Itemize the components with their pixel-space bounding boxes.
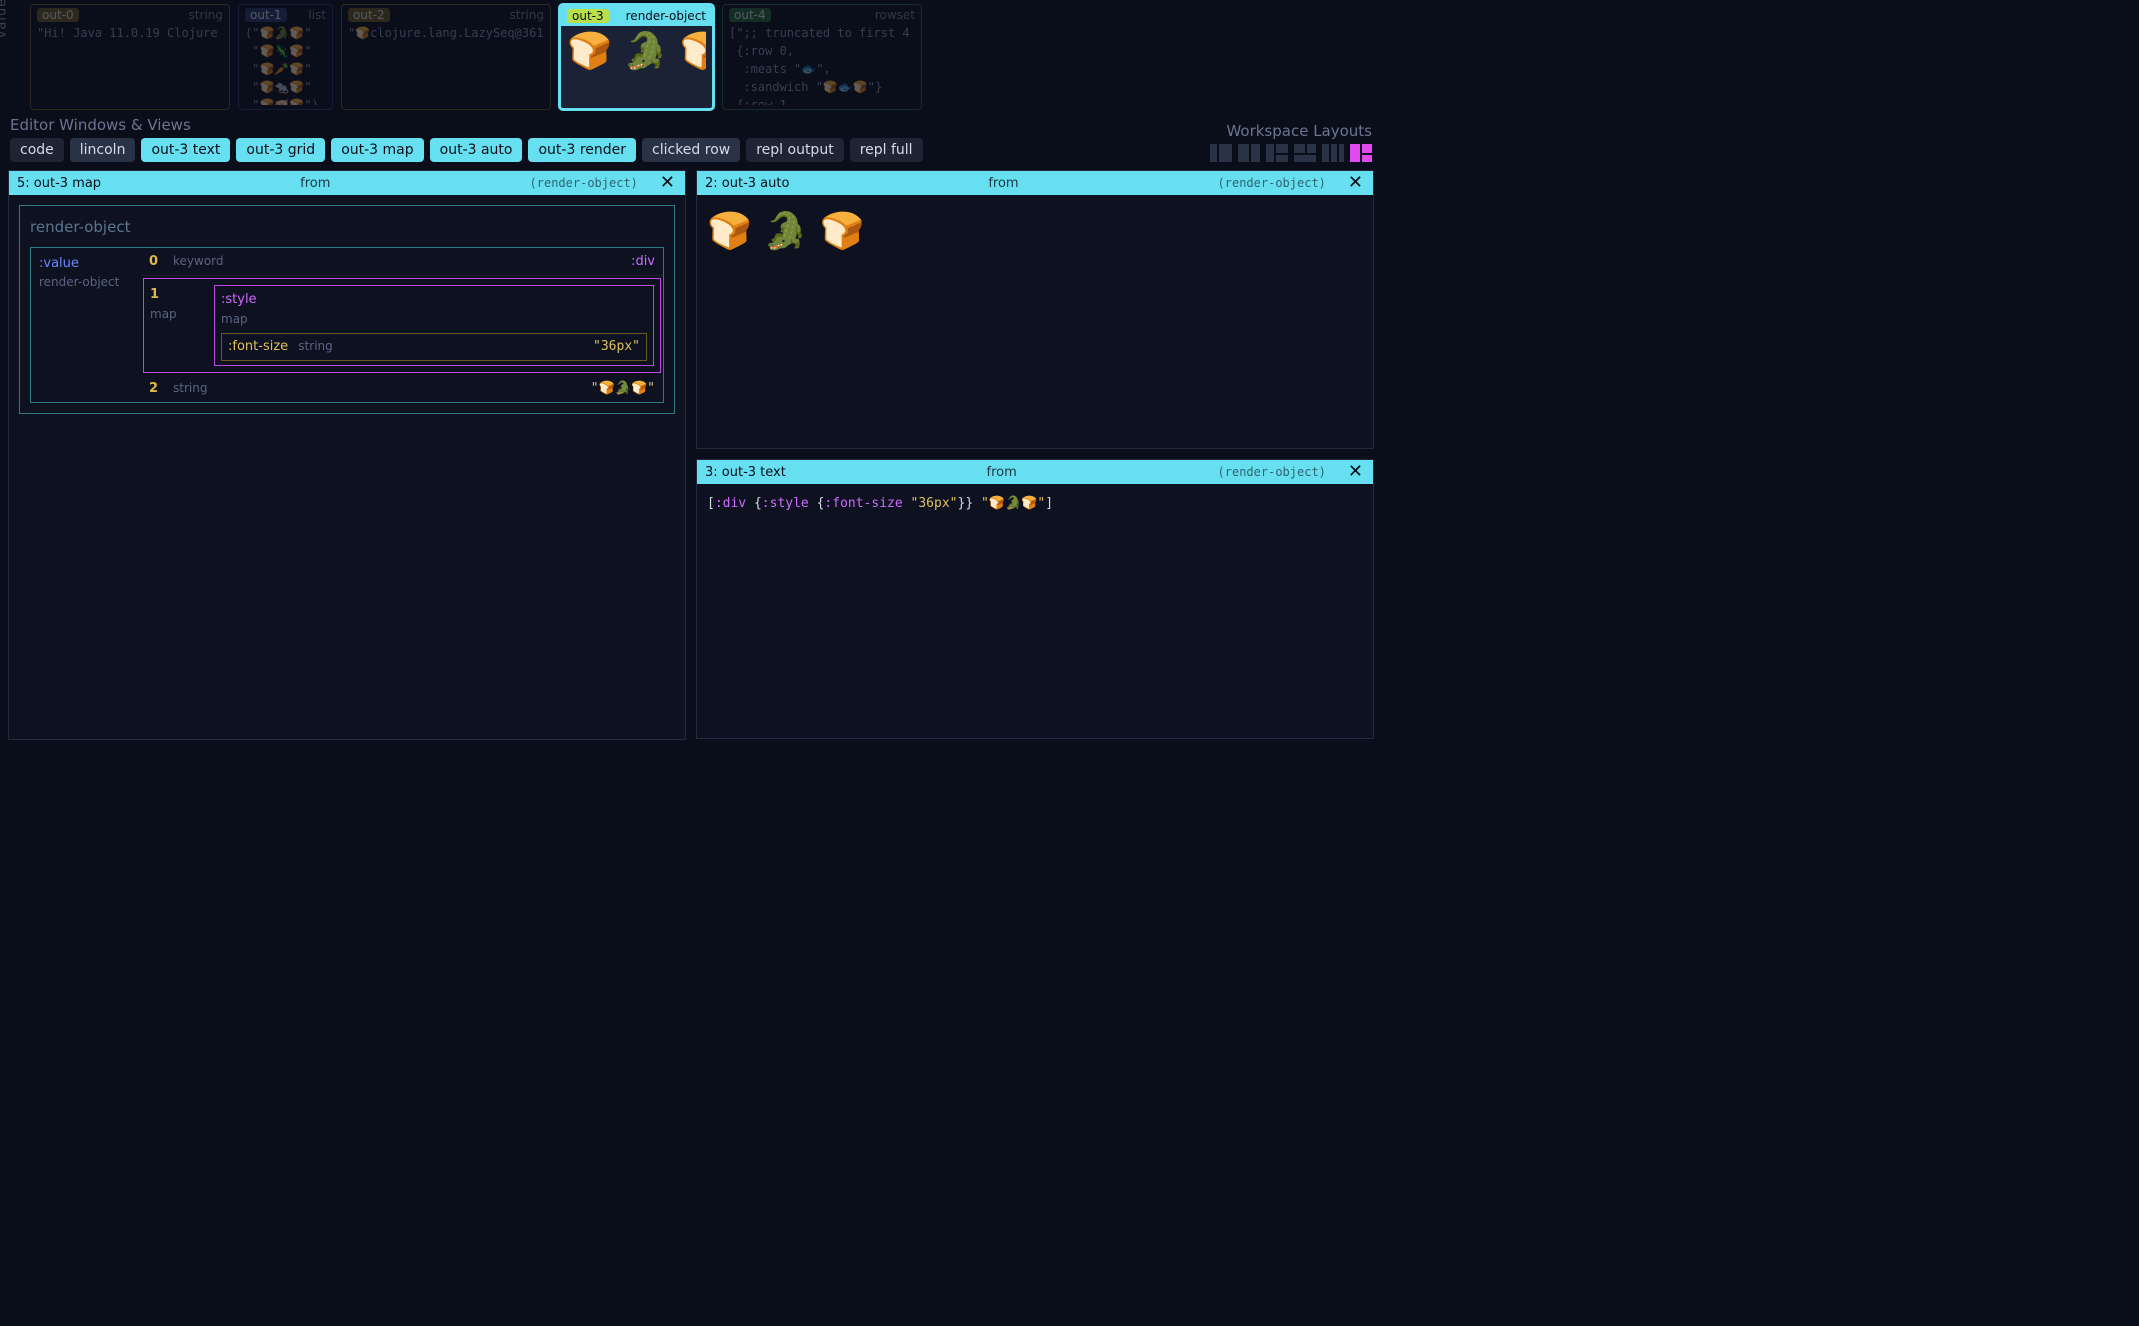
map-root-title: render-object <box>30 216 664 239</box>
values-side-label: value(s) <box>0 0 10 38</box>
out3-text-button[interactable]: out-3 text <box>141 138 230 162</box>
layout-icon-1[interactable] <box>1210 144 1232 162</box>
style-box: :style map :font-size string "36px" <box>214 285 654 366</box>
out-1-tag: out-1 <box>245 8 287 22</box>
out-1-card[interactable]: out-1 list ("🍞🐊🍞" "🍞🦎🍞" "🍞🥕🍞" "🍞🐀🍞" "🍞🐖🍞"… <box>238 4 333 110</box>
font-size-box[interactable]: :font-size string "36px" <box>221 333 647 361</box>
out-2-type: string <box>510 8 544 22</box>
out-4-body: [";; truncated to first 4 rows" {:row 0,… <box>729 24 915 105</box>
out-2-card[interactable]: out-2 string "🍞clojure.lang.LazySeq@361aa… <box>341 4 551 110</box>
lincoln-button[interactable]: lincoln <box>70 138 136 162</box>
repl-full-button[interactable]: repl full <box>850 138 923 162</box>
workspace-layouts-title: Workspace Layouts <box>1210 116 1372 144</box>
map-idx-2[interactable]: 2 string "🍞🐊🍞" <box>141 375 663 403</box>
code-button[interactable]: code <box>10 138 64 162</box>
out-4-type: rowset <box>875 8 915 22</box>
map-idx-1[interactable]: 1 map :style map <box>143 278 661 373</box>
pane-out3-map-title: 5: out-3 map <box>17 176 101 191</box>
out-2-tag: out-2 <box>348 8 390 22</box>
pane-out3-map-from: from <box>121 176 509 191</box>
output-cards-row: value(s) out-0 string "Hi! Java 11.0.19 C… <box>0 0 1382 110</box>
pane-out3-text: 3: out-3 text from (render-object) ✕ [:d… <box>696 459 1374 738</box>
button-bar: code lincoln out-3 text out-3 grid out-3… <box>0 138 931 170</box>
out3-map-button[interactable]: out-3 map <box>331 138 423 162</box>
out-3-card[interactable]: out-3 render-object 🍞 🐊 🍞 <box>559 4 714 110</box>
out-0-card[interactable]: out-0 string "Hi! Java 11.0.19 Clojure 1.… <box>30 4 230 110</box>
pane-out3-map: 5: out-3 map from (render-object) ✕ rend… <box>8 170 686 740</box>
layout-icons <box>1210 144 1372 162</box>
pane-out3-auto-sub: (render-object) <box>1218 176 1326 190</box>
map-inspector: render-object :value render-object 0 key… <box>19 205 675 414</box>
out-1-body: ("🍞🐊🍞" "🍞🦎🍞" "🍞🥕🍞" "🍞🐀🍞" "🍞🐖🍞") <box>245 24 326 105</box>
map-idx-0[interactable]: 0 keyword :div <box>141 248 663 277</box>
out3-auto-button[interactable]: out-3 auto <box>430 138 523 162</box>
pane-out3-auto-render: 🍞 🐊 🍞 <box>697 195 1373 448</box>
pane-out3-text-body: [:div {:style {:font-size "36px"}} "🍞🐊🍞"… <box>697 484 1373 737</box>
pane-out3-text-close-icon[interactable]: ✕ <box>1346 463 1365 481</box>
pane-out3-map-close-icon[interactable]: ✕ <box>658 174 677 192</box>
pane-out3-text-title: 3: out-3 text <box>705 465 786 480</box>
out-3-type: render-object <box>626 9 706 23</box>
pane-out3-text-from: from <box>806 465 1198 480</box>
layout-icon-6[interactable] <box>1350 144 1372 162</box>
out3-render-button[interactable]: out-3 render <box>528 138 636 162</box>
pane-out3-text-sub: (render-object) <box>1218 465 1326 479</box>
layout-icon-3[interactable] <box>1266 144 1288 162</box>
editor-section-title: Editor Windows & Views <box>0 110 931 138</box>
pane-out3-map-sub: (render-object) <box>530 176 638 190</box>
out-3-render: 🍞 🐊 🍞 <box>567 30 706 73</box>
out-4-tag: out-4 <box>729 8 771 22</box>
layout-icon-2[interactable] <box>1238 144 1260 162</box>
pane-out3-auto-close-icon[interactable]: ✕ <box>1346 174 1365 192</box>
out-0-body: "Hi! Java 11.0.19 Clojure 1.10.3" <box>37 24 223 42</box>
out-0-tag: out-0 <box>37 8 79 22</box>
layout-icon-5[interactable] <box>1322 144 1344 162</box>
clicked-row-button[interactable]: clicked row <box>642 138 740 162</box>
out-4-card[interactable]: out-4 rowset [";; truncated to first 4 ro… <box>722 4 922 110</box>
out-2-body: "🍞clojure.lang.LazySeq@361aa2c🍞" <box>348 24 544 42</box>
out3-grid-button[interactable]: out-3 grid <box>236 138 325 162</box>
repl-output-button[interactable]: repl output <box>746 138 843 162</box>
pane-out3-text-header[interactable]: 3: out-3 text from (render-object) ✕ <box>697 460 1373 484</box>
pane-out3-auto-header[interactable]: 2: out-3 auto from (render-object) ✕ <box>697 171 1373 195</box>
out-0-type: string <box>189 8 223 22</box>
out-3-tag: out-3 <box>567 9 609 23</box>
out-1-type: list <box>308 8 326 22</box>
map-key-value[interactable]: :value render-object <box>31 248 141 403</box>
layout-icon-4[interactable] <box>1294 144 1316 162</box>
pane-out3-auto: 2: out-3 auto from (render-object) ✕ 🍞 🐊… <box>696 170 1374 449</box>
pane-out3-auto-from: from <box>809 176 1197 191</box>
panes: 5: out-3 map from (render-object) ✕ rend… <box>0 170 1382 740</box>
pane-out3-map-header[interactable]: 5: out-3 map from (render-object) ✕ <box>9 171 685 195</box>
pane-out3-auto-title: 2: out-3 auto <box>705 176 789 191</box>
pane-out3-map-body: render-object :value render-object 0 key… <box>9 195 685 739</box>
